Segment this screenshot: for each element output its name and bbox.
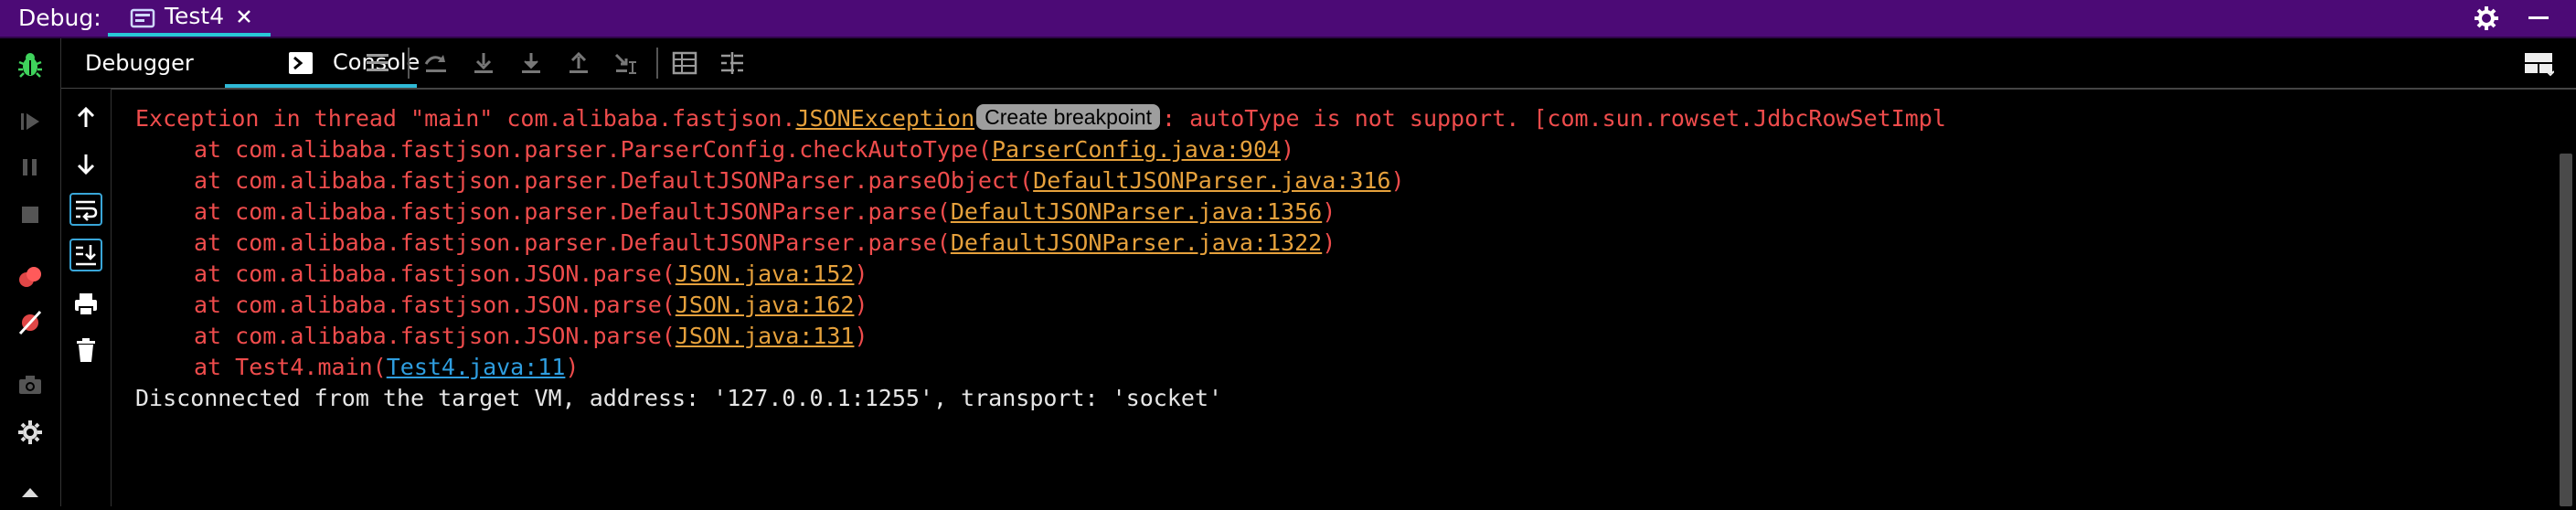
- frame-method: at com.alibaba.fastjson.parser.DefaultJS…: [194, 198, 951, 225]
- camera-icon[interactable]: [16, 371, 44, 402]
- stack-frame: at Test4.main(Test4.java:11): [135, 352, 579, 383]
- trash-icon[interactable]: [69, 334, 102, 367]
- stack-frame: at com.alibaba.fastjson.parser.DefaultJS…: [135, 197, 1336, 228]
- create-breakpoint-button[interactable]: Create breakpoint: [976, 104, 1160, 130]
- stack-frame: at com.alibaba.fastjson.JSON.parse(JSON.…: [135, 259, 868, 290]
- toolbar-separator: [408, 48, 410, 79]
- menu-icon[interactable]: [365, 51, 390, 79]
- mute-breakpoints-icon[interactable]: [16, 309, 44, 340]
- step-over-icon[interactable]: [423, 51, 449, 79]
- frame-method: at com.alibaba.fastjson.JSON.parse(: [194, 260, 676, 287]
- frame-close: ): [854, 260, 868, 287]
- stack-frame: at com.alibaba.fastjson.parser.DefaultJS…: [135, 228, 1336, 259]
- trace-icon[interactable]: [719, 51, 745, 79]
- frame-close: ): [565, 354, 580, 380]
- frame-close: ): [1322, 229, 1336, 256]
- scrollbar-thumb[interactable]: [2560, 154, 2572, 506]
- source-link[interactable]: JSON.java:131: [676, 323, 855, 349]
- frame-method: at com.alibaba.fastjson.parser.ParserCon…: [194, 136, 992, 163]
- tab-test4[interactable]: Test4: [108, 0, 271, 37]
- step-out-icon[interactable]: [566, 51, 591, 79]
- console-output[interactable]: Exception in thread "main" com.alibaba.f…: [112, 90, 2554, 506]
- debug-title-bar: Debug: Test4: [0, 0, 2576, 38]
- disconnect-message: Disconnected from the target VM, address…: [135, 385, 1223, 411]
- pause-icon[interactable]: [16, 154, 44, 185]
- layout-icon[interactable]: [2523, 51, 2555, 80]
- source-link[interactable]: JSON.java:152: [676, 260, 855, 287]
- tab-test4-label: Test4: [165, 3, 225, 29]
- stack-frame: at com.alibaba.fastjson.JSON.parse(JSON.…: [135, 290, 868, 321]
- frame-method: at com.alibaba.fastjson.JSON.parse(: [194, 323, 676, 349]
- console-icon: [289, 52, 313, 78]
- source-link[interactable]: DefaultJSONParser.java:316: [1033, 167, 1390, 194]
- settings-icon[interactable]: [16, 419, 44, 450]
- frame-method: at com.alibaba.fastjson.parser.DefaultJS…: [194, 167, 1034, 194]
- toolbar-separator: [656, 48, 658, 79]
- view-breakpoints-icon[interactable]: [16, 263, 44, 294]
- bug-icon: [16, 51, 44, 82]
- frame-method: at Test4.main(: [194, 354, 387, 380]
- down-arrow-icon[interactable]: [69, 147, 102, 180]
- run-to-cursor-icon[interactable]: [613, 51, 639, 79]
- stack-frame: at com.alibaba.fastjson.JSON.parse(JSON.…: [135, 321, 868, 352]
- stop-icon[interactable]: [16, 201, 44, 232]
- source-link[interactable]: DefaultJSONParser.java:1322: [951, 229, 1322, 256]
- step-into-icon[interactable]: [471, 51, 496, 79]
- debug-left-toolbar: [0, 38, 61, 506]
- user-source-link[interactable]: Test4.java:11: [387, 354, 566, 380]
- frame-close: ): [1281, 136, 1295, 163]
- console-scrollbar[interactable]: [2554, 90, 2576, 506]
- stack-frame: at com.alibaba.fastjson.parser.ParserCon…: [135, 134, 1294, 165]
- close-icon[interactable]: [234, 6, 254, 30]
- source-link[interactable]: DefaultJSONParser.java:1356: [951, 198, 1322, 225]
- exception-line: Exception in thread "main" com.alibaba.f…: [135, 103, 1946, 134]
- frame-close: ): [854, 323, 868, 349]
- exception-message: : autoType is not support. [com.sun.rows…: [1161, 105, 1946, 132]
- frame-close: ): [1390, 167, 1405, 194]
- run-config-icon: [130, 8, 155, 34]
- source-link[interactable]: JSON.java:162: [676, 292, 855, 318]
- exception-class-link[interactable]: JSONException: [795, 105, 974, 132]
- console-side-toolbar: [61, 89, 112, 506]
- frame-method: at com.alibaba.fastjson.JSON.parse(: [194, 292, 676, 318]
- rerun-icon[interactable]: [16, 108, 44, 139]
- minimize-icon[interactable]: [2528, 16, 2549, 19]
- source-link[interactable]: ParserConfig.java:904: [992, 136, 1281, 163]
- soft-wrap-icon[interactable]: [69, 193, 102, 226]
- evaluate-icon[interactable]: [672, 51, 697, 79]
- debug-tabs-row: Debugger Console: [61, 38, 2576, 90]
- debug-label: Debug:: [18, 5, 101, 31]
- force-step-into-icon[interactable]: [518, 51, 544, 79]
- exception-prefix: Exception in thread "main" com.alibaba.f…: [135, 105, 796, 132]
- frame-close: ): [1322, 198, 1336, 225]
- frame-close: ): [854, 292, 868, 318]
- stack-frame: at com.alibaba.fastjson.parser.DefaultJS…: [135, 165, 1405, 197]
- up-arrow-icon[interactable]: [69, 101, 102, 134]
- settings-gear-icon[interactable]: [2474, 5, 2499, 35]
- scroll-to-end-icon[interactable]: [69, 239, 102, 271]
- tab-debugger[interactable]: Debugger: [85, 38, 194, 88]
- print-icon[interactable]: [69, 288, 102, 321]
- frame-method: at com.alibaba.fastjson.parser.DefaultJS…: [194, 229, 951, 256]
